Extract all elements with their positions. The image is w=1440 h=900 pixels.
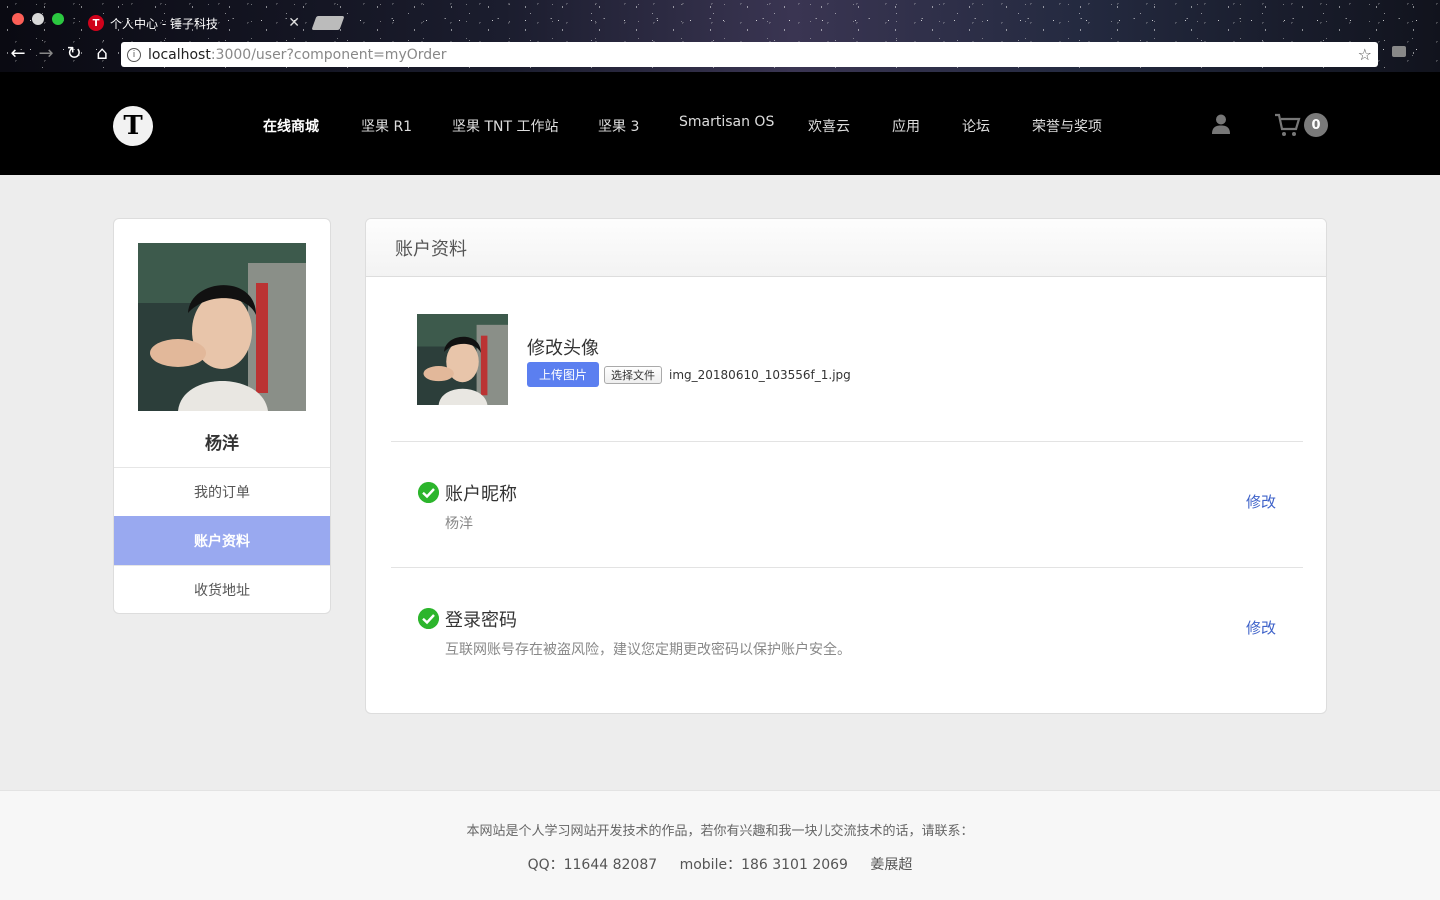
nav-item-awards[interactable]: 荣誉与奖项 — [1032, 116, 1102, 136]
cart-count-badge: 0 — [1304, 113, 1328, 137]
divider — [391, 567, 1303, 568]
window-close-button[interactable] — [12, 13, 24, 25]
sidebar-menu: 我的订单 账户资料 收货地址 — [114, 467, 330, 613]
sidebar-item-shipping-address[interactable]: 收货地址 — [114, 565, 330, 613]
new-tab-button[interactable] — [311, 16, 345, 30]
url-path: :3000/user?component=myOrder — [210, 46, 447, 63]
site-header: T 在线商城 坚果 R1 坚果 TNT 工作站 坚果 3 Smartisan O… — [0, 72, 1440, 175]
tab-title: 个人中心 - 锤子科技 — [110, 16, 218, 31]
forward-arrow-icon[interactable]: → — [36, 44, 56, 64]
sidebar-item-account-profile[interactable]: 账户资料 — [114, 516, 330, 565]
panel-title: 账户资料 — [366, 219, 1326, 277]
sidebar-username: 杨洋 — [205, 434, 239, 454]
window-maximize-button[interactable] — [52, 13, 64, 25]
password-hint: 互联网账号存在被盗风险，建议您定期更改密码以保护账户安全。 — [445, 642, 851, 658]
avatar — [138, 243, 306, 411]
password-title: 登录密码 — [445, 610, 517, 631]
nickname-value: 杨洋 — [445, 516, 473, 532]
nav-item-tnt[interactable]: 坚果 TNT 工作站 — [452, 116, 558, 136]
edit-nickname-link[interactable]: 修改 — [1246, 491, 1276, 512]
site-footer: 本网站是个人学习网站开发技术的作品，若你有兴趣和我一块儿交流技术的话，请联系： … — [0, 790, 1440, 900]
address-bar[interactable]: i localhost:3000/user?component=myOrder … — [121, 42, 1378, 67]
nav-item-apps[interactable]: 应用 — [892, 116, 920, 136]
bookmark-star-icon[interactable]: ☆ — [1358, 45, 1372, 64]
nav-item-cloud[interactable]: 欢喜云 — [808, 116, 850, 136]
back-arrow-icon[interactable]: ← — [8, 44, 28, 64]
nickname-title: 账户昵称 — [445, 484, 517, 505]
camera-icon[interactable] — [1392, 46, 1406, 57]
url-host: localhost — [148, 46, 211, 63]
avatar-preview — [417, 314, 508, 405]
edit-password-link[interactable]: 修改 — [1246, 617, 1276, 638]
upload-image-button[interactable]: 上传图片 — [527, 362, 599, 387]
user-icon[interactable] — [1211, 113, 1231, 135]
cart-button[interactable]: 0 — [1274, 112, 1328, 138]
account-profile-panel: 账户资料 修改头像 上传图片 选择文件 img_20180610_103556f… — [365, 218, 1327, 714]
browser-tab[interactable]: T 个人中心 - 锤子科技 ✕ — [80, 8, 310, 38]
site-info-icon[interactable]: i — [127, 47, 141, 62]
check-circle-icon — [418, 608, 439, 629]
nav-item-forum[interactable]: 论坛 — [962, 116, 990, 136]
nav-item-smartisan-os[interactable]: Smartisan OS — [679, 114, 774, 130]
home-icon[interactable]: ⌂ — [92, 44, 112, 64]
footer-mobile: mobile：186 3101 2069 — [679, 857, 848, 873]
footer-qq: QQ：11644 82087 — [527, 857, 658, 873]
choose-file-button[interactable]: 选择文件 — [604, 366, 662, 384]
check-circle-icon — [418, 482, 439, 503]
footer-author: 姜展超 — [870, 857, 913, 873]
footer-contact: QQ：11644 82087 mobile：186 3101 2069 姜展超 — [0, 854, 1440, 874]
nav-item-nut3[interactable]: 坚果 3 — [598, 116, 639, 136]
nav-item-r1[interactable]: 坚果 R1 — [361, 116, 412, 136]
selected-file-name: img_20180610_103556f_1.jpg — [669, 368, 851, 382]
user-sidebar: 杨洋 我的订单 账户资料 收货地址 — [113, 218, 331, 614]
sidebar-item-my-orders[interactable]: 我的订单 — [114, 467, 330, 516]
nav-item-online-store[interactable]: 在线商城 — [263, 116, 319, 136]
reload-icon[interactable]: ↻ — [64, 44, 84, 64]
cart-icon — [1275, 113, 1301, 136]
divider — [391, 441, 1303, 442]
tab-favicon-icon: T — [88, 15, 104, 31]
change-avatar-title: 修改头像 — [527, 338, 599, 359]
window-minimize-button[interactable] — [32, 13, 44, 25]
tab-close-icon[interactable]: ✕ — [288, 15, 300, 31]
site-logo[interactable]: T — [113, 106, 153, 146]
footer-note: 本网站是个人学习网站开发技术的作品，若你有兴趣和我一块儿交流技术的话，请联系： — [466, 824, 974, 839]
browser-chrome: T 个人中心 - 锤子科技 ✕ ← → ↻ ⌂ i localhost:3000… — [0, 0, 1440, 72]
